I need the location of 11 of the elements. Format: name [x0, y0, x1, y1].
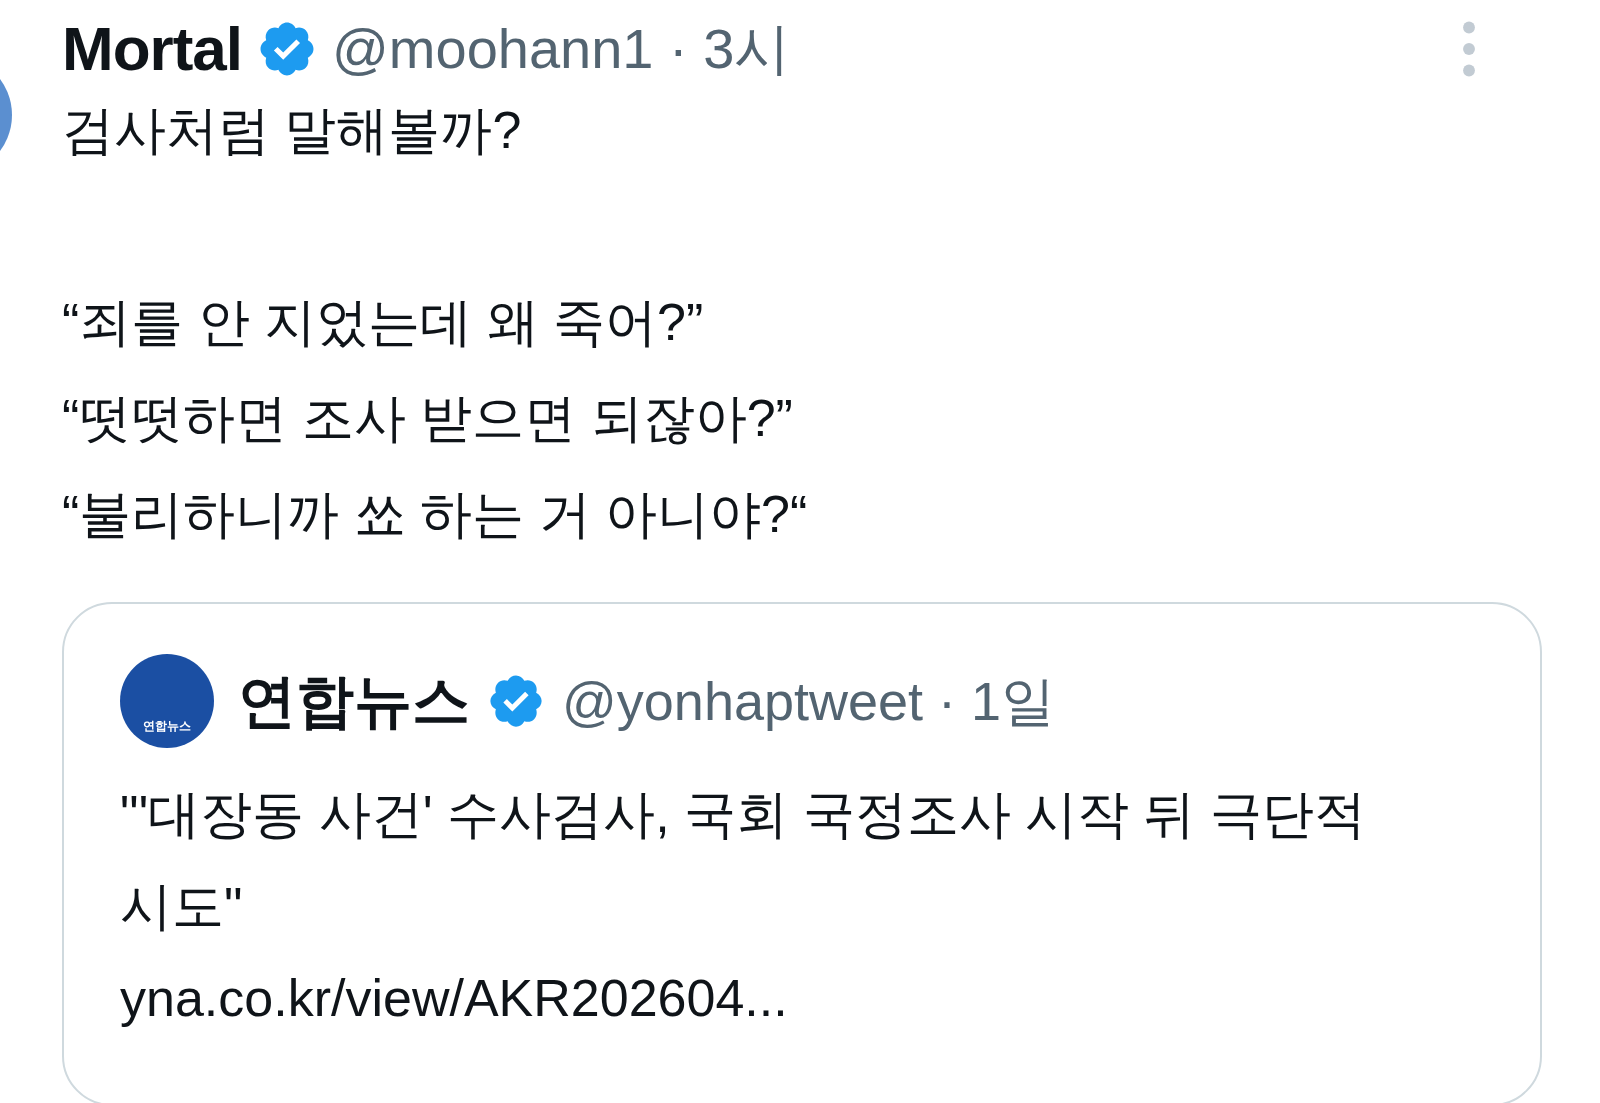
post-text-line: 검사처럼 말해볼까?: [62, 100, 523, 161]
post-text-line: “죄를 안 지었는데 왜 죽어?”: [62, 292, 705, 353]
quoted-post-card[interactable]: 연합뉴스 연합뉴스 @yonhaptweet · 1일 "'대장동 사건' 수사검사, 국회 국정조사 시작 뒤 극단적 시도" yna.co.kr/view/AKR202604...: [62, 602, 1542, 1103]
news-logo: 연합뉴스: [120, 654, 214, 748]
article-link[interactable]: yna.co.kr/view/AKR202604...: [120, 952, 1484, 1044]
display-name[interactable]: Mortal: [62, 18, 242, 80]
post-text-line: “불리하니까 쑈 하는 거 아니야?“: [62, 484, 809, 545]
quoted-display-name[interactable]: 연합뉴스: [238, 672, 470, 730]
post-text-line: “떳떳하면 조사 받으면 되잖아?”: [62, 388, 794, 449]
post-handle-time: @moohann1 · 3시: [332, 21, 791, 77]
quoted-post-text: "'대장동 사건' 수사검사, 국회 국정조사 시작 뒤 극단적 시도": [120, 784, 1367, 937]
